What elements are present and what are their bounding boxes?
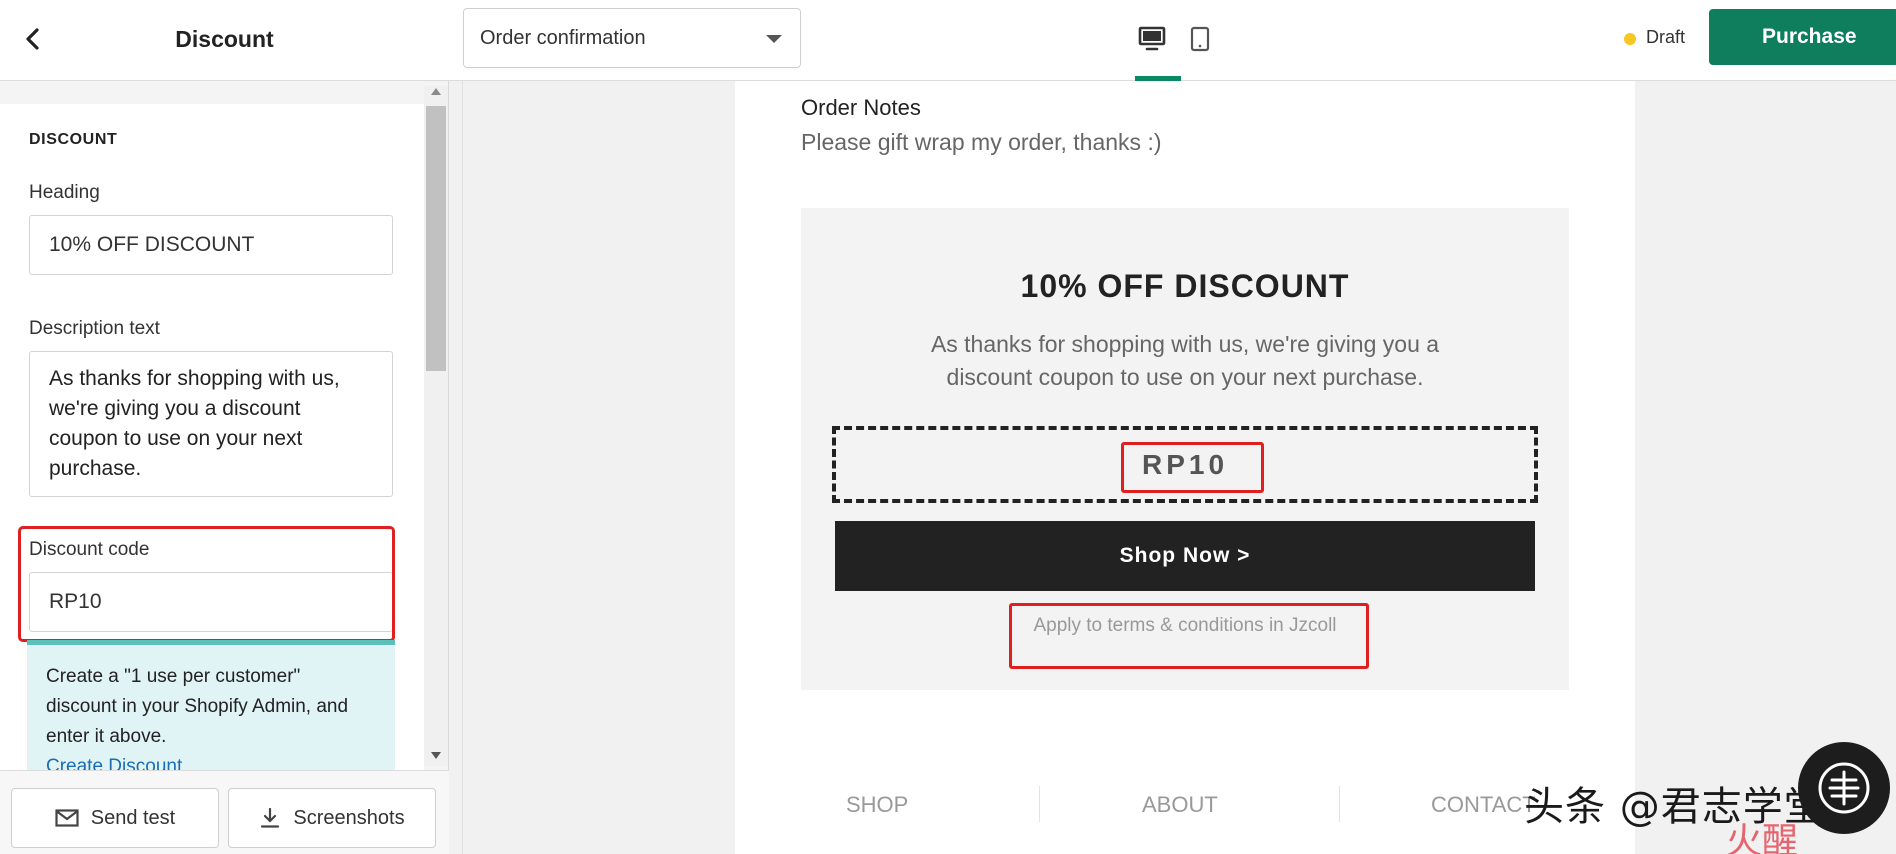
scroll-up-arrow-icon[interactable] xyxy=(431,88,441,95)
footer-link-about[interactable]: ABOUT xyxy=(1142,792,1218,818)
editor-toolbar: Order confirmation Draft Purchase xyxy=(449,0,1896,81)
send-test-label: Send test xyxy=(90,806,176,829)
panel-title: Discount xyxy=(175,26,274,52)
bottom-action-bar: Send test Screenshots xyxy=(0,770,449,854)
mobile-view-button[interactable] xyxy=(1185,22,1215,56)
highlight-annotation xyxy=(1009,603,1369,669)
heading-input[interactable]: 10% OFF DISCOUNT xyxy=(29,215,393,275)
highlight-annotation xyxy=(1121,442,1264,493)
back-button[interactable] xyxy=(18,24,46,54)
envelope-icon xyxy=(55,809,79,827)
settings-panel: Discount DISCOUNT Heading 10% OFF DISCOU… xyxy=(0,0,449,854)
desktop-icon xyxy=(1138,26,1166,51)
purchase-button[interactable]: Purchase xyxy=(1709,9,1896,65)
desktop-view-button[interactable] xyxy=(1135,22,1169,56)
footer-link-contact[interactable]: CONTACT xyxy=(1431,792,1536,818)
footer-nav: SHOP ABOUT CONTACT xyxy=(801,786,1569,822)
preview-canvas: Order Notes Please gift wrap my order, t… xyxy=(462,81,1896,854)
highlight-annotation xyxy=(18,526,395,642)
section-title: DISCOUNT xyxy=(29,131,118,148)
order-notes-label: Order Notes xyxy=(801,95,921,120)
mobile-icon xyxy=(1190,26,1210,52)
status-label: Draft xyxy=(1646,27,1686,47)
email-body: Order Notes Please gift wrap my order, t… xyxy=(735,81,1635,854)
settings-header: Discount xyxy=(0,0,449,81)
discount-block[interactable]: 10% OFF DISCOUNT As thanks for shopping … xyxy=(801,208,1569,690)
info-text: Create a "1 use per customer" discount i… xyxy=(46,666,349,747)
watermark-logo-icon xyxy=(1798,742,1890,834)
chevron-left-icon xyxy=(26,28,39,50)
discount-description: As thanks for shopping with us, we're gi… xyxy=(930,331,1440,390)
email-preview-area: Order Notes Please gift wrap my order, t… xyxy=(449,81,1896,854)
info-callout: Create a "1 use per customer" discount i… xyxy=(27,640,395,770)
watermark-subtext: 火醒 xyxy=(1726,821,1799,854)
footer-divider xyxy=(1339,786,1340,822)
template-select-value: Order confirmation xyxy=(480,27,646,49)
footer-link-shop[interactable]: SHOP xyxy=(846,792,908,818)
screenshots-button[interactable]: Screenshots xyxy=(228,788,436,848)
template-select[interactable]: Order confirmation xyxy=(463,8,801,68)
footer-divider xyxy=(1039,786,1040,822)
screenshots-label: Screenshots xyxy=(293,806,405,829)
scroll-down-arrow-icon[interactable] xyxy=(431,752,441,759)
status-dot xyxy=(1624,33,1636,45)
discount-code-box: RP10 xyxy=(832,426,1538,503)
scrollbar[interactable] xyxy=(424,86,448,766)
order-notes-value: Please gift wrap my order, thanks :) xyxy=(801,129,1162,155)
create-discount-link[interactable]: Create Discount xyxy=(46,756,182,770)
download-icon xyxy=(261,807,280,828)
heading-label: Heading xyxy=(29,182,100,203)
emblem-icon xyxy=(1818,762,1870,814)
caret-down-icon xyxy=(766,35,782,43)
send-test-button[interactable]: Send test xyxy=(11,788,219,848)
shop-now-button[interactable]: Shop Now > xyxy=(835,521,1535,591)
description-label: Description text xyxy=(29,318,160,339)
discount-settings-card: DISCOUNT Heading 10% OFF DISCOUNT Descri… xyxy=(0,104,424,770)
scrollbar-thumb[interactable] xyxy=(426,106,446,371)
discount-heading: 10% OFF DISCOUNT xyxy=(1020,268,1350,304)
description-textarea[interactable]: As thanks for shopping with us, we're gi… xyxy=(29,351,393,497)
